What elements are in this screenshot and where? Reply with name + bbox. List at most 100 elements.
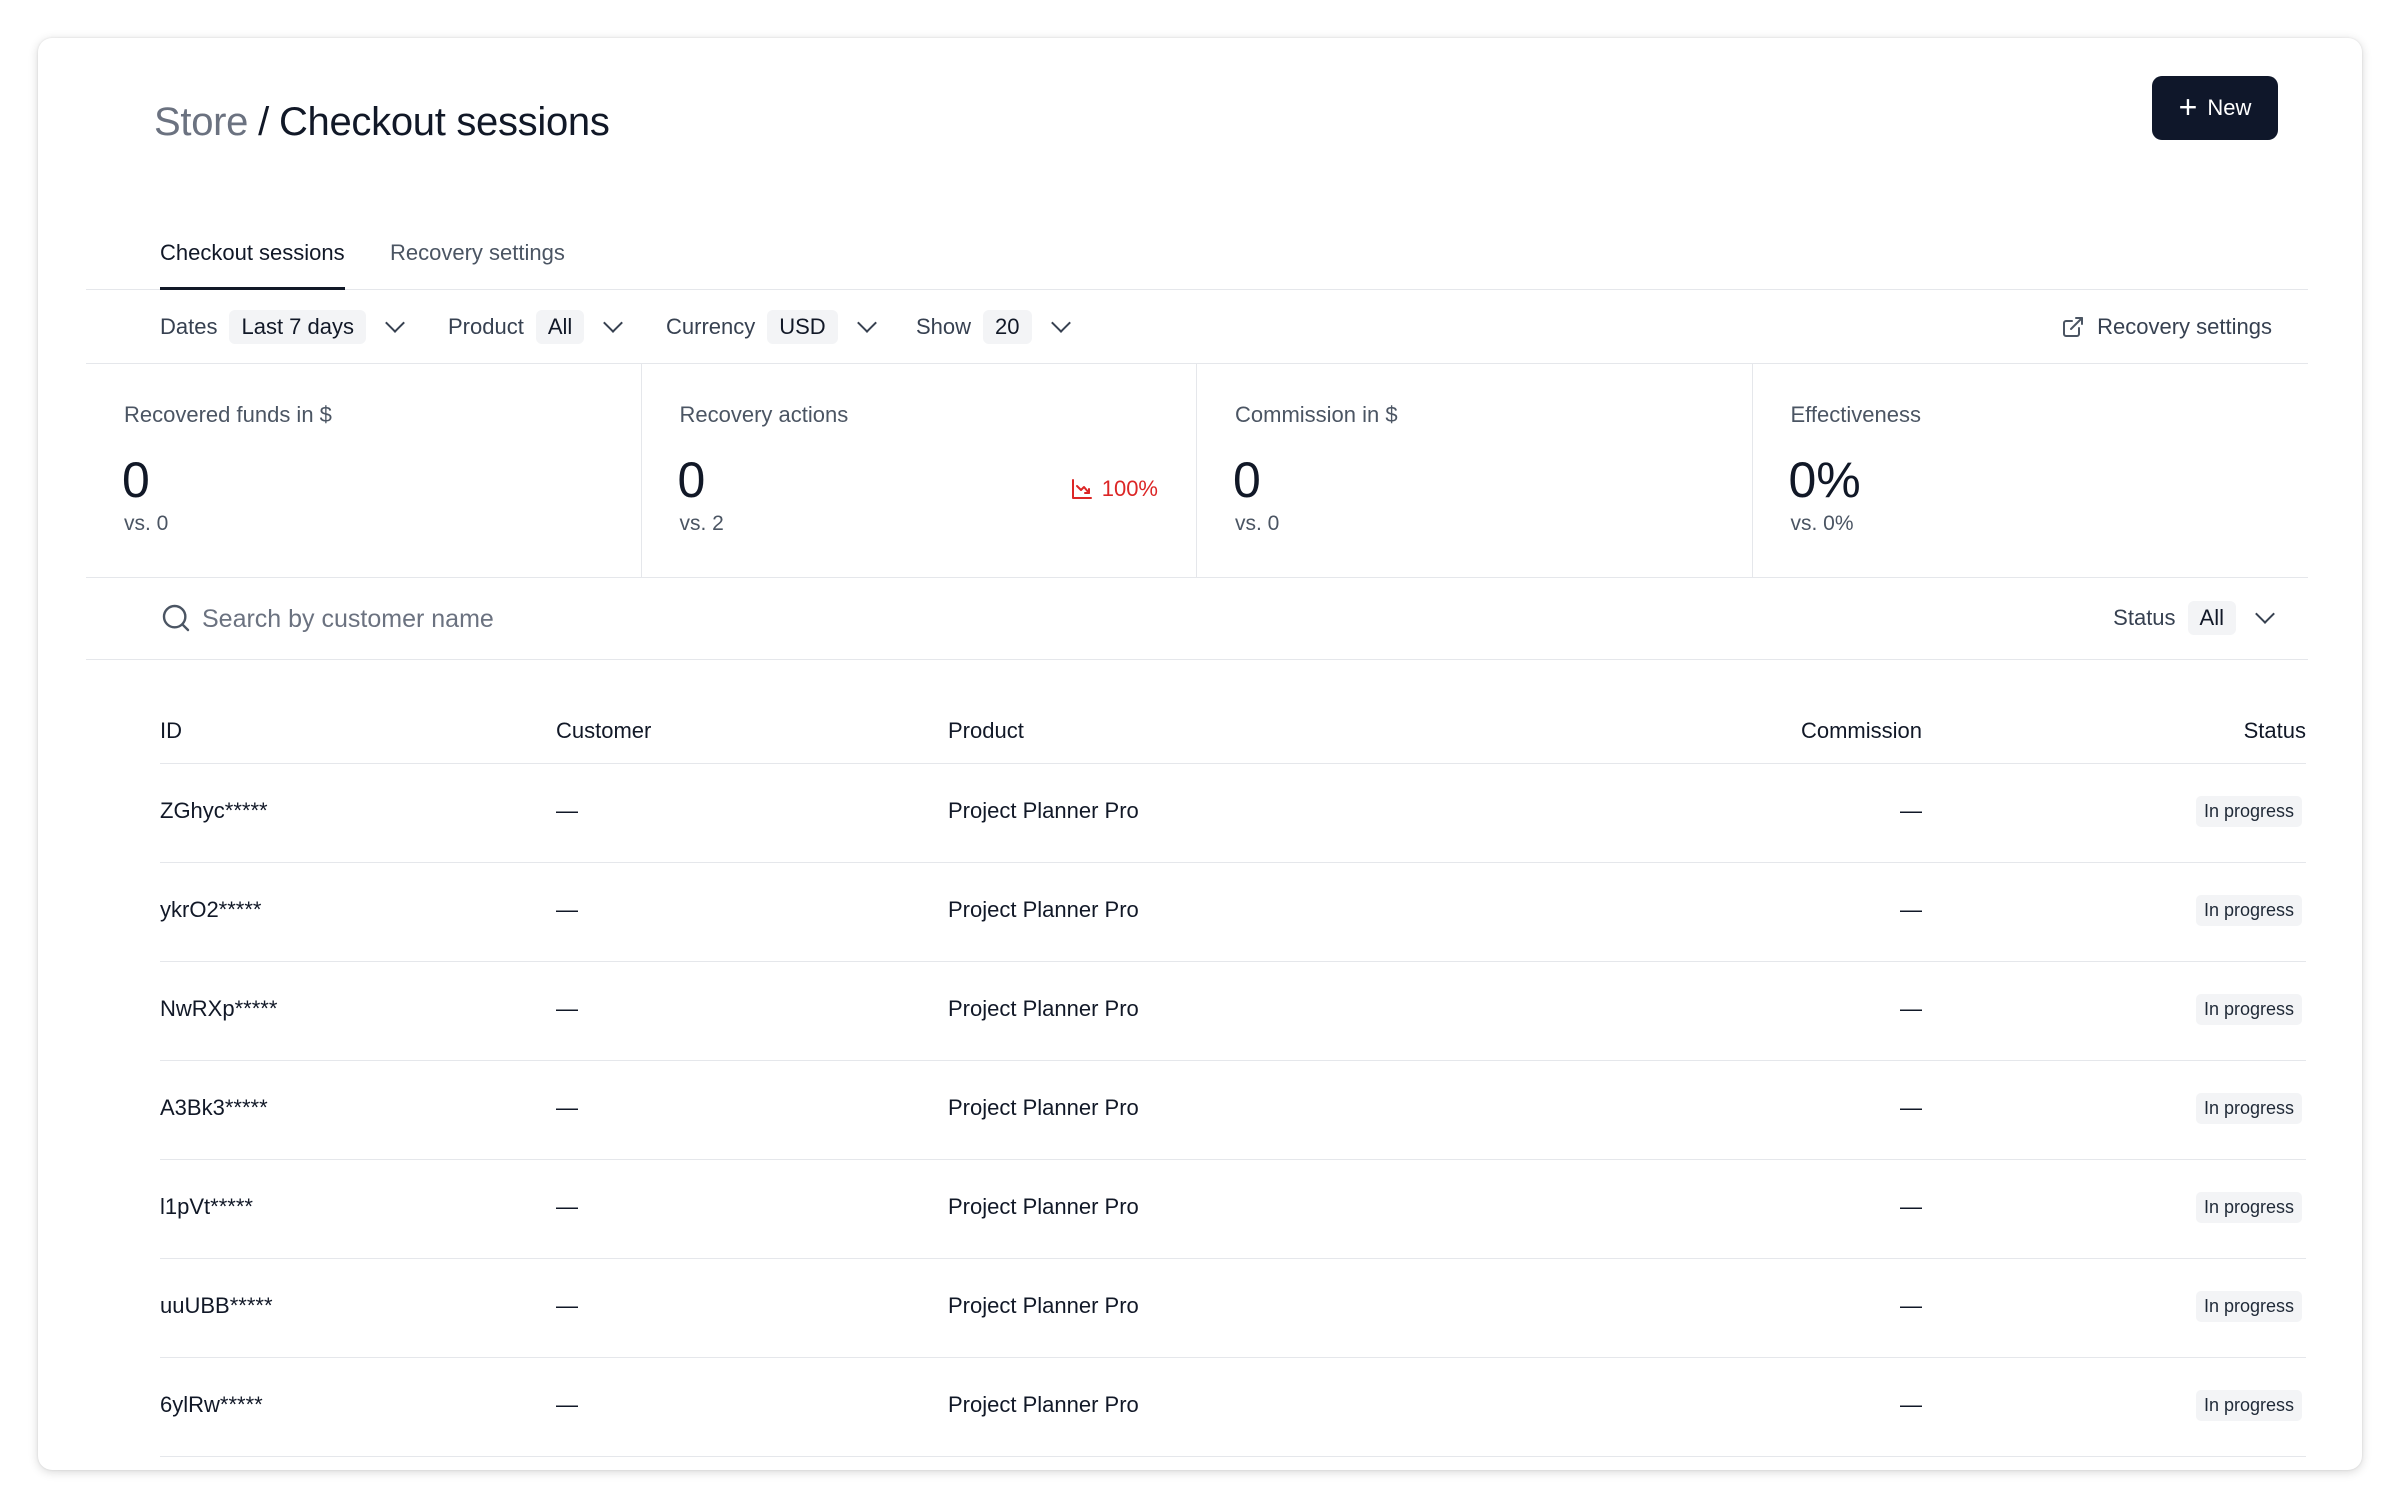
stat-comparison: vs. 0% [1790, 512, 1854, 535]
row-product: Project Planner Pro [948, 996, 1139, 1021]
show-filter-value: 20 [983, 310, 1032, 344]
stats-row: Recovered funds in $ 0 vs. 0 Recovery ac… [86, 364, 2308, 578]
page-title: Checkout sessions [278, 100, 610, 144]
row-id: l1pVt***** [160, 1194, 253, 1219]
status-badge: In progress [2195, 796, 2302, 827]
row-commission: — [1900, 1392, 1922, 1417]
stat-commission: Commission in $ 0 vs. 0 [1197, 364, 1753, 577]
row-product: Project Planner Pro [948, 1095, 1139, 1120]
sessions-table: ID Customer Product Commission Status ZG… [160, 698, 2306, 1457]
table-row[interactable]: ZGhyc***** — Project Planner Pro — In progre… [160, 764, 2306, 863]
row-id: ZGhyc***** [160, 798, 268, 823]
row-customer: — [556, 1392, 578, 1417]
row-commission: — [1900, 1095, 1922, 1120]
stat-label: Recovered funds in $ [124, 402, 332, 427]
new-button[interactable]: + New [2152, 76, 2278, 140]
currency-filter[interactable]: Currency USD [666, 310, 877, 344]
stat-label: Commission in $ [1235, 402, 1398, 427]
row-customer: — [556, 996, 578, 1021]
status-badge: In progress [2195, 1192, 2302, 1223]
tab-checkout-sessions[interactable]: Checkout sessions [160, 240, 345, 290]
show-filter-label: Show [916, 314, 972, 339]
chevron-down-icon [603, 313, 624, 333]
dates-filter-value: Last 7 days [229, 310, 366, 344]
stat-comparison: vs. 0 [124, 512, 169, 535]
column-header-product[interactable]: Product [948, 718, 1024, 744]
search-input[interactable] [202, 600, 1102, 638]
new-button-label: New [2207, 95, 2252, 120]
row-id: uuUBB***** [160, 1293, 273, 1318]
trend-indicator: 100% [1070, 476, 1158, 502]
row-customer: — [556, 1194, 578, 1219]
status-badge: In progress [2195, 1093, 2302, 1124]
dates-filter-label: Dates [160, 314, 218, 339]
currency-filter-label: Currency [666, 314, 756, 339]
product-filter[interactable]: Product All [448, 310, 624, 344]
row-customer: — [556, 798, 578, 823]
stat-recovered-funds: Recovered funds in $ 0 vs. 0 [86, 364, 642, 577]
card-content: Store / Checkout sessions + New Checkout s… [86, 38, 2308, 1470]
row-product: Project Planner Pro [948, 897, 1139, 922]
product-filter-value: All [535, 310, 585, 344]
row-commission: — [1900, 897, 1922, 922]
row-product: Project Planner Pro [948, 1194, 1139, 1219]
currency-filter-value: USD [767, 310, 838, 344]
chevron-down-icon [385, 313, 405, 333]
stat-comparison: vs. 0 [1235, 512, 1280, 535]
page-header: Store / Checkout sessions [86, 88, 2308, 152]
stat-value: 0 [677, 452, 706, 508]
table-row[interactable]: 6ylRw***** — Project Planner Pro — In progre… [160, 1358, 2306, 1457]
row-customer: — [556, 1293, 578, 1318]
product-filter-label: Product [448, 314, 524, 339]
row-product: Project Planner Pro [948, 1293, 1139, 1318]
column-header-status[interactable]: Status [2244, 718, 2306, 744]
row-commission: — [1900, 1293, 1922, 1318]
stat-recovery-actions: Recovery actions 0 vs. 2 100% [642, 364, 1197, 577]
recovery-settings-link-label: Recovery settings [2097, 314, 2272, 339]
breadcrumb-separator: / [258, 100, 269, 144]
column-header-customer[interactable]: Customer [556, 718, 651, 744]
stat-comparison: vs. 2 [679, 512, 724, 535]
table-row[interactable]: A3Bk3***** — Project Planner Pro — In progre… [160, 1061, 2306, 1160]
row-product: Project Planner Pro [948, 798, 1139, 823]
stat-value: 0% [1788, 452, 1861, 508]
status-badge: In progress [2195, 895, 2302, 926]
row-id: ykrO2***** [160, 897, 262, 922]
row-customer: — [556, 897, 578, 922]
chevron-down-icon [2255, 604, 2275, 624]
chevron-down-icon [1050, 313, 1071, 333]
status-filter-value: All [2187, 601, 2236, 635]
stat-value: 0 [1233, 452, 1261, 508]
column-header-id[interactable]: ID [160, 718, 182, 744]
stat-effectiveness: Effectiveness 0% vs. 0% [1753, 364, 2309, 577]
chevron-down-icon [856, 313, 877, 333]
row-id: NwRXp***** [160, 996, 278, 1021]
tab-recovery-settings[interactable]: Recovery settings [390, 240, 565, 290]
recovery-settings-link[interactable]: Recovery settings [2061, 310, 2272, 344]
row-product: Project Planner Pro [948, 1392, 1139, 1417]
breadcrumb-store-link[interactable]: Store [154, 100, 248, 144]
table-row[interactable]: l1pVt***** — Project Planner Pro — In progre… [160, 1160, 2306, 1259]
tab-bar: Checkout sessions Recovery settings [86, 206, 2308, 290]
stat-label: Recovery actions [679, 402, 849, 427]
status-filter[interactable]: Status All [2113, 601, 2275, 635]
status-badge: In progress [2195, 1291, 2302, 1322]
column-header-commission[interactable]: Commission [1801, 718, 1922, 744]
checkout-sessions-card: Store / Checkout sessions + New Checkout s… [38, 38, 2362, 1470]
table-row[interactable]: NwRXp***** — Project Planner Pro — In progre… [160, 962, 2306, 1061]
table-header: ID Customer Product Commission Status [160, 698, 2306, 764]
status-filter-label: Status [2113, 605, 2176, 630]
table-row[interactable]: ykrO2***** — Project Planner Pro — In progre… [160, 863, 2306, 962]
row-commission: — [1900, 996, 1922, 1021]
row-customer: — [556, 1095, 578, 1120]
show-count-filter[interactable]: Show 20 [916, 310, 1071, 344]
search-icon [162, 604, 190, 632]
dates-filter[interactable]: Dates Last 7 days [160, 310, 405, 344]
stat-value: 0 [122, 452, 150, 508]
table-row[interactable]: uuUBB***** — Project Planner Pro — In progre… [160, 1259, 2306, 1358]
status-badge: In progress [2195, 994, 2302, 1025]
row-commission: — [1900, 1194, 1922, 1219]
plus-icon: + [2178, 88, 2198, 125]
row-id: 6ylRw***** [160, 1392, 263, 1417]
trend-value: 100% [1101, 476, 1158, 501]
